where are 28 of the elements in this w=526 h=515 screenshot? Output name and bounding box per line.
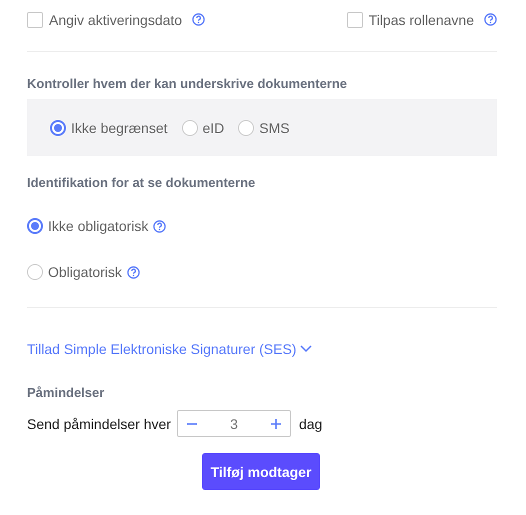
plus-icon — [270, 418, 282, 430]
help-icon[interactable] — [484, 13, 497, 26]
add-recipient-button[interactable]: Tilføj modtager — [202, 453, 320, 490]
section-heading: Påmindelser — [27, 385, 106, 400]
ses-link[interactable]: Tillad Simple Elektroniske Signaturer (SES) — [27, 341, 312, 357]
checkbox-label: Tilpas rollenavne — [368, 12, 474, 28]
radio-label: Obligatorisk — [48, 264, 122, 280]
reminder-label: Send påmindelser hver — [27, 416, 171, 432]
radio-button[interactable] — [50, 120, 66, 136]
radio-button[interactable] — [238, 120, 254, 136]
section-heading: Identifikation for at se dokumenterne — [27, 175, 256, 190]
unit-label: dag — [298, 416, 322, 432]
radio-label: SMS — [259, 120, 290, 136]
radio-label: eID — [202, 120, 224, 136]
plus-button[interactable] — [270, 418, 282, 430]
checkbox-label: Angiv aktiveringsdato — [49, 12, 182, 28]
radio-button[interactable] — [27, 264, 43, 280]
radio-button[interactable] — [182, 120, 198, 136]
checkbox[interactable] — [346, 12, 363, 28]
section-heading: Kontroller hvem der kan underskrive dokumenterne — [27, 76, 348, 91]
help-icon[interactable] — [126, 266, 140, 278]
number-stepper[interactable]: 3 — [176, 410, 291, 437]
radio-button[interactable] — [27, 218, 43, 234]
radio-label: Ikke begrænset — [71, 120, 168, 136]
checkbox[interactable] — [27, 12, 43, 28]
radio-label: Ikke obligatorisk — [48, 218, 148, 234]
help-icon[interactable] — [192, 13, 206, 26]
help-icon[interactable] — [153, 220, 166, 232]
